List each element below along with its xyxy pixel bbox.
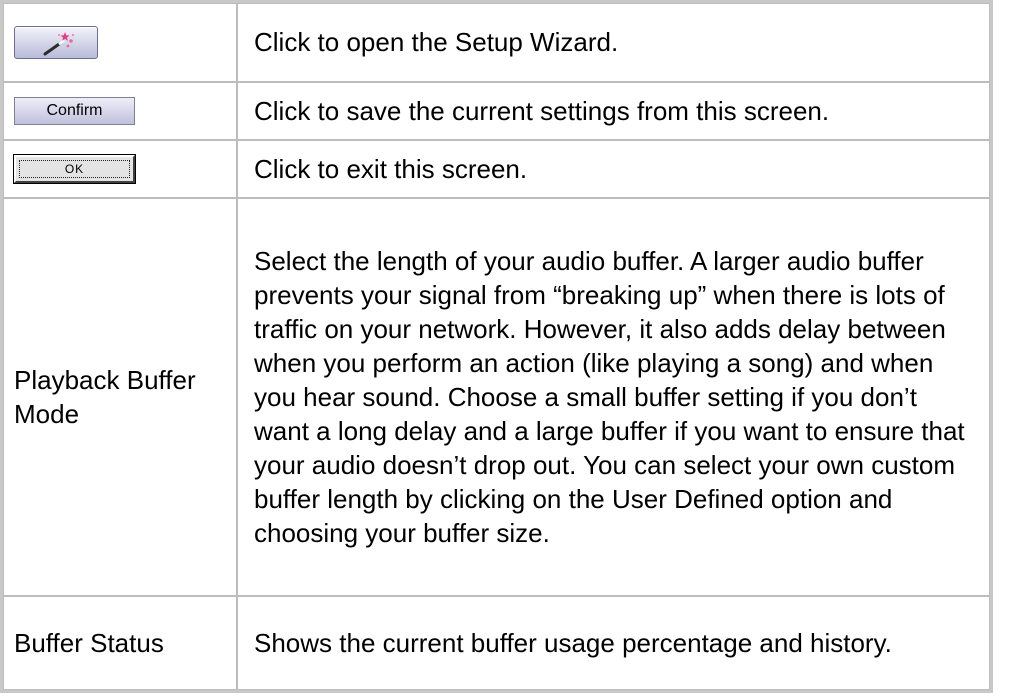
control-cell: Confirm bbox=[3, 81, 237, 141]
confirm-button[interactable]: Confirm bbox=[14, 97, 135, 126]
table-row-playback-buffer-mode: Playback Buffer Mode Select the length o… bbox=[3, 198, 990, 597]
magic-wand-icon bbox=[43, 31, 75, 56]
ok-button[interactable]: OK bbox=[13, 154, 136, 185]
control-cell: OK bbox=[3, 140, 237, 199]
description-cell: Shows the current buffer usage percentag… bbox=[237, 596, 990, 690]
table-row-ok: OK Click to exit this screen. bbox=[3, 140, 990, 199]
table-row-confirm: Confirm Click to save the current settin… bbox=[3, 81, 990, 141]
table-row-setup-wizard: Click to open the Setup Wizard. bbox=[3, 3, 990, 82]
setup-wizard-button[interactable] bbox=[14, 25, 98, 59]
table-row-buffer-status: Buffer Status Shows the current buffer u… bbox=[3, 596, 990, 690]
description-cell: Click to exit this screen. bbox=[237, 140, 990, 199]
description-cell: Select the length of your audio buffer. … bbox=[237, 198, 990, 597]
setting-name-cell: Playback Buffer Mode bbox=[3, 198, 237, 597]
control-cell bbox=[3, 3, 237, 82]
description-cell: Click to open the Setup Wizard. bbox=[237, 3, 990, 82]
setting-name-cell: Buffer Status bbox=[3, 596, 237, 690]
description-cell: Click to save the current settings from … bbox=[237, 81, 990, 141]
ok-button-label: OK bbox=[19, 160, 130, 179]
help-table: Click to open the Setup Wizard. Confirm … bbox=[0, 0, 993, 693]
